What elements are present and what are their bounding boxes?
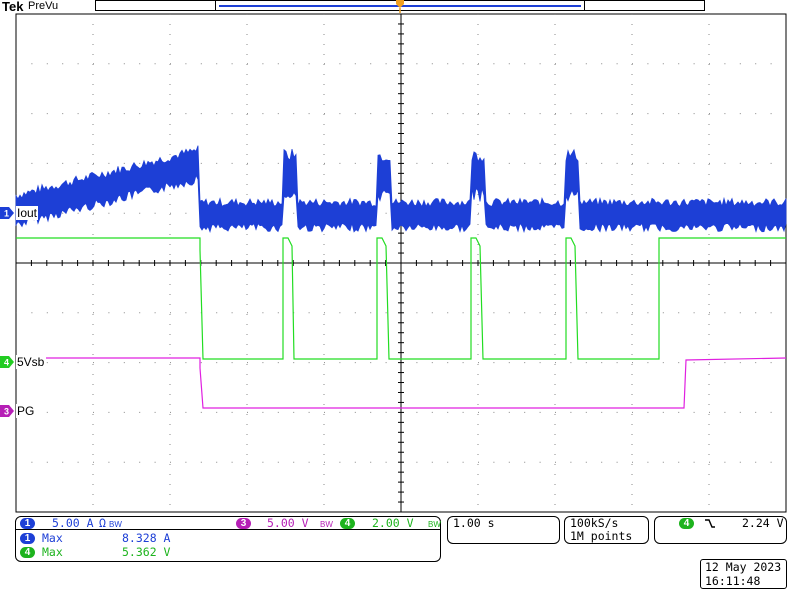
ch1-label: Iout bbox=[16, 206, 39, 220]
graticule bbox=[15, 13, 787, 513]
trigger-falling-slope-icon bbox=[705, 519, 715, 528]
ch1-bw-limit-icon: BW bbox=[109, 520, 122, 529]
trigger-source-badge: 4 bbox=[679, 518, 694, 529]
meas1-channel-badge: 1 bbox=[20, 533, 35, 544]
record-length: 1M points bbox=[570, 529, 633, 543]
ch4-ground-marker[interactable]: 4 bbox=[0, 356, 14, 368]
time-display: 16:11:48 bbox=[705, 574, 761, 588]
svg-text:1: 1 bbox=[4, 209, 9, 219]
ch1-scale[interactable]: 5.00 A bbox=[52, 516, 94, 530]
meas1-name: Max bbox=[42, 531, 63, 545]
ch4-bw-limit-icon: BW bbox=[428, 520, 441, 529]
ch1-ground-marker[interactable]: 1 bbox=[0, 207, 14, 219]
meas2-value: 5.362 V bbox=[122, 545, 171, 559]
ch3-badge[interactable]: 3 bbox=[236, 518, 251, 529]
meas2-name: Max bbox=[42, 545, 63, 559]
meas1-value: 8.328 A bbox=[122, 531, 171, 545]
sample-rate: 100kS/s bbox=[570, 516, 619, 530]
timebase-scale[interactable]: 1.00 s bbox=[453, 516, 495, 530]
ch3-label: PG bbox=[16, 404, 36, 418]
ch4-label: 5Vsb bbox=[16, 355, 46, 369]
ch3-scale[interactable]: 5.00 V bbox=[267, 516, 309, 530]
ch3-waveform bbox=[46, 357, 787, 409]
ch1-badge[interactable]: 1 bbox=[20, 518, 35, 529]
trigger-level[interactable]: 2.24 V bbox=[742, 516, 784, 530]
ch1-coupling-icon: Ω bbox=[99, 516, 106, 530]
svg-text:3: 3 bbox=[4, 407, 9, 417]
ch3-bw-limit-icon: BW bbox=[320, 520, 333, 529]
date-display: 12 May 2023 bbox=[705, 560, 782, 574]
meas2-channel-badge: 4 bbox=[20, 547, 35, 558]
ch4-badge[interactable]: 4 bbox=[340, 518, 355, 529]
ch3-ground-marker[interactable]: 3 bbox=[0, 405, 14, 417]
ch4-scale[interactable]: 2.00 V bbox=[372, 516, 414, 530]
svg-text:4: 4 bbox=[4, 358, 9, 368]
waveform-display[interactable] bbox=[0, 0, 787, 590]
